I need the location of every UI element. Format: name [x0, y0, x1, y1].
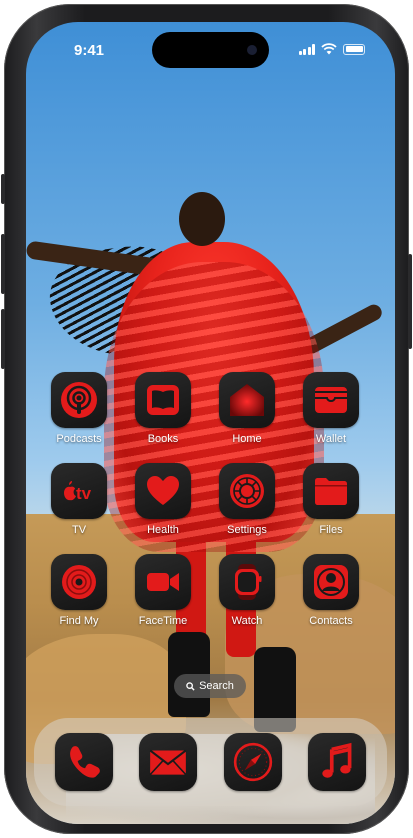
app-settings[interactable]: Settings	[219, 463, 275, 536]
app-files[interactable]: Files	[303, 463, 359, 536]
app-health[interactable]: Health	[135, 463, 191, 536]
action-button	[1, 174, 5, 204]
svg-text:tv: tv	[76, 484, 92, 503]
volume-down-button	[1, 309, 5, 369]
podcasts-icon	[61, 382, 97, 418]
find-my-icon	[62, 565, 96, 599]
music-note-icon	[322, 742, 352, 778]
heart-icon	[147, 476, 179, 505]
phone-frame: 9:41 Podcasts Books Home Wallet tv TV He…	[1, 4, 412, 834]
gear-icon	[230, 474, 264, 508]
search-label: Search	[199, 680, 234, 692]
spotlight-search-button[interactable]: Search	[174, 674, 246, 698]
app-label: Books	[147, 433, 179, 445]
front-camera	[247, 45, 257, 55]
cellular-signal-icon	[298, 43, 315, 55]
dynamic-island	[152, 32, 269, 68]
app-label: FaceTime	[138, 615, 188, 627]
search-icon	[186, 681, 195, 691]
dock	[34, 718, 387, 806]
app-label: Watch	[231, 615, 263, 627]
phone-icon	[70, 746, 100, 778]
home-screen: 9:41 Podcasts Books Home Wallet tv TV He…	[26, 22, 395, 824]
app-find-my[interactable]: Find My	[51, 554, 107, 627]
app-label: Health	[147, 524, 179, 536]
mail-icon	[149, 749, 187, 776]
app-grid: Podcasts Books Home Wallet tv TV Health …	[51, 372, 376, 627]
app-wallet[interactable]: Wallet	[303, 372, 359, 445]
app-podcasts[interactable]: Podcasts	[51, 372, 107, 445]
side-button	[408, 254, 412, 349]
app-label: Settings	[227, 524, 267, 536]
wifi-icon	[321, 43, 337, 55]
app-home[interactable]: Home	[219, 372, 275, 445]
battery-icon	[343, 43, 365, 55]
books-icon	[147, 385, 179, 415]
status-time: 9:41	[74, 42, 105, 59]
dock-music-app[interactable]	[307, 733, 366, 791]
video-camera-icon	[147, 573, 179, 591]
folder-icon	[315, 478, 347, 505]
status-bar: 9:41	[26, 22, 395, 72]
compass-icon	[233, 742, 272, 782]
volume-up-button	[1, 234, 5, 294]
app-tv[interactable]: tv TV	[51, 463, 107, 536]
app-label: Wallet	[315, 433, 347, 445]
app-label: Home	[232, 433, 262, 445]
app-facetime[interactable]: FaceTime	[135, 554, 191, 627]
app-label: Contacts	[309, 615, 353, 627]
app-label: Podcasts	[56, 433, 102, 445]
wallet-icon	[315, 387, 347, 413]
contacts-icon	[314, 565, 348, 599]
dock-mail-app[interactable]	[139, 733, 198, 791]
app-contacts[interactable]: Contacts	[303, 554, 359, 627]
tv-icon: tv	[64, 481, 92, 503]
app-label: Files	[319, 524, 343, 536]
wallpaper-person-head	[179, 192, 225, 246]
app-label: Find My	[59, 615, 99, 627]
app-label: TV	[71, 524, 87, 536]
dock-safari-app[interactable]	[223, 733, 282, 791]
app-books[interactable]: Books	[135, 372, 191, 445]
app-watch[interactable]: Watch	[219, 554, 275, 627]
dock-phone-app[interactable]	[55, 733, 114, 791]
watch-icon	[235, 564, 262, 600]
home-icon	[230, 384, 264, 416]
